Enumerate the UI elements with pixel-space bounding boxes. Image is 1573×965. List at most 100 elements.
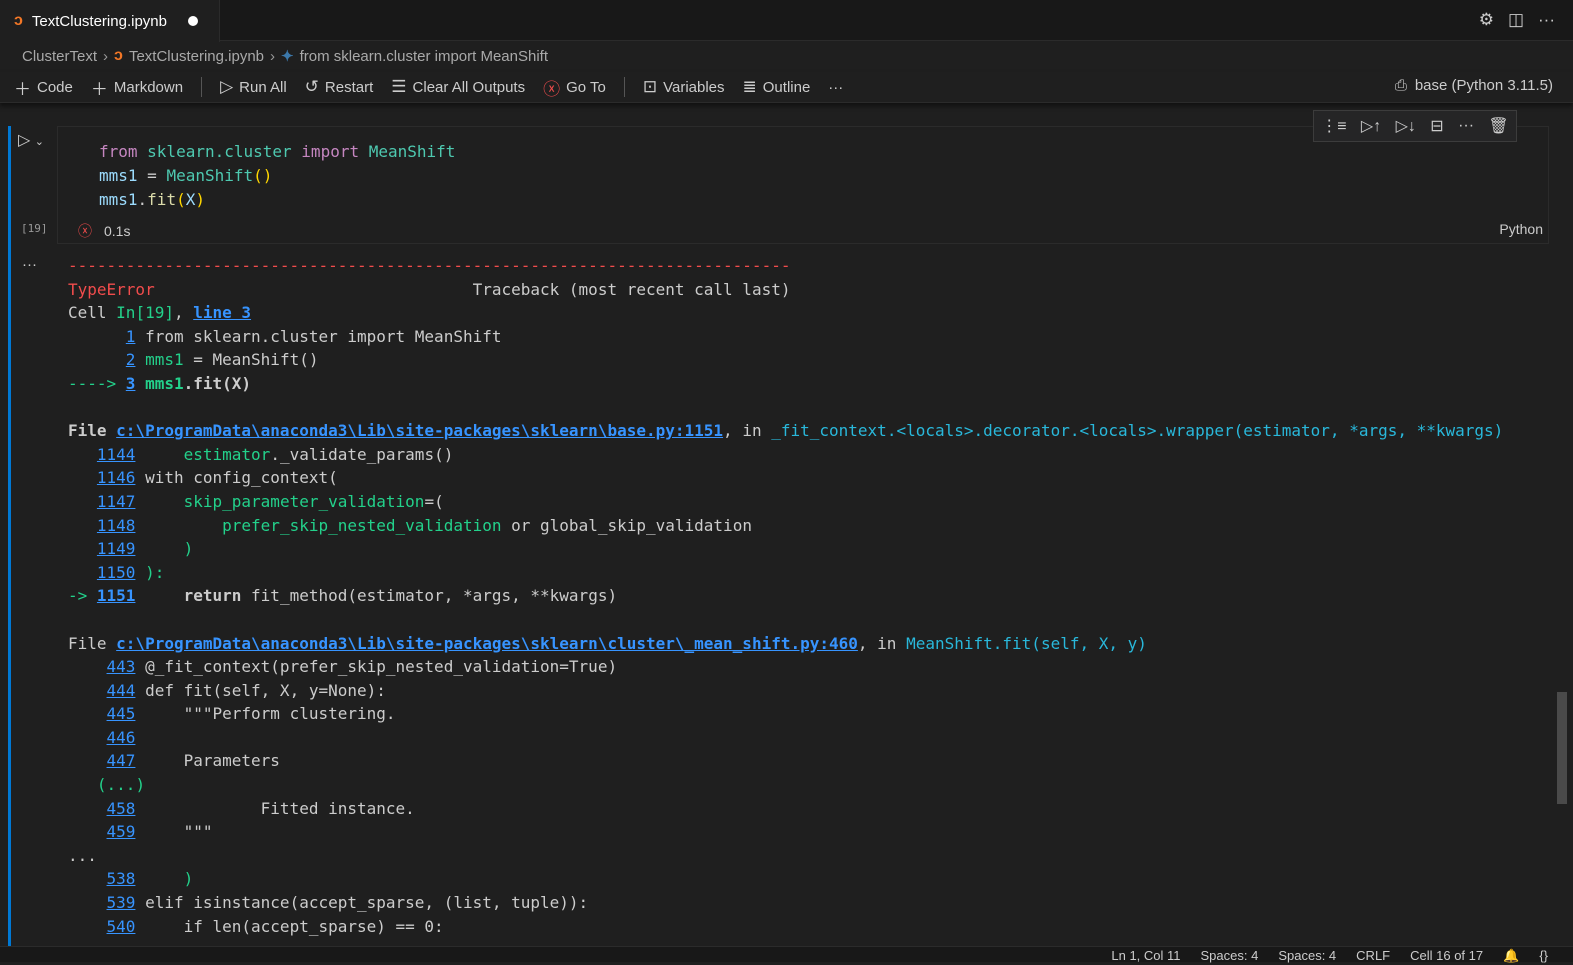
output-line: 458 Fitted instance. [68, 797, 1503, 821]
code-token: ----------------------------------------… [68, 256, 791, 275]
status-item[interactable]: Spaces: 4 [1278, 947, 1336, 963]
more-icon[interactable]: ··· [1458, 117, 1474, 135]
output-line: Cell In[19], line 3 [68, 301, 1503, 325]
traceback-link[interactable]: MeanShift [166, 166, 253, 185]
traceback-link[interactable]: 458 [107, 799, 136, 818]
split-editor-icon[interactable]: ◫ [1508, 10, 1524, 30]
run-by-line-icon[interactable]: ⋮≡ [1321, 116, 1346, 136]
code-token: elif isinstance(accept_sparse, (list, tu… [135, 893, 589, 913]
run-cell-button[interactable]: ▷ ⌄ [18, 130, 44, 150]
chevron-down-icon[interactable]: ⌄ [35, 136, 44, 148]
traceback-link[interactable]: 443 [107, 657, 136, 676]
braces-icon[interactable]: {} [1539, 947, 1548, 963]
add-code-button[interactable]: ＋ Code [14, 75, 73, 100]
traceback-link[interactable]: 540 [107, 917, 136, 936]
code-token: mms1 [99, 166, 138, 185]
breadcrumb-cell[interactable]: from sklearn.cluster import MeanShift [300, 48, 548, 65]
traceback-link[interactable]: c:\ProgramData\anaconda3\Lib\site-packag… [116, 634, 858, 653]
output-line: 538 ) [68, 867, 1503, 891]
code-token: = MeanShift() [183, 350, 319, 370]
restart-button[interactable]: ↺ Restart [305, 77, 374, 97]
status-item[interactable]: CRLF [1356, 947, 1390, 963]
traceback-link[interactable]: 1149 [97, 539, 136, 558]
traceback-link[interactable]: 459 [107, 822, 136, 841]
output-line: ----> 3 mms1.fit(X) [68, 372, 1503, 396]
output-more-icon[interactable]: ··· [22, 256, 37, 273]
code-token: _fit_context.<locals>.decorator.<locals>… [771, 421, 1504, 441]
unsaved-dot-icon[interactable] [187, 16, 198, 26]
scrollbar[interactable] [1557, 692, 1567, 804]
breadcrumb-file[interactable]: TextClustering.ipynb [129, 48, 264, 65]
tab-textclustering[interactable]: ↄ TextClustering.ipynb [0, 0, 220, 42]
variables-button[interactable]: ⊡ Variables [643, 77, 725, 97]
traceback-link[interactable]: 1150 [97, 563, 136, 582]
more-icon[interactable]: ··· [1538, 10, 1555, 30]
traceback-link[interactable]: MeanShift [359, 142, 456, 161]
code-token: () [253, 166, 273, 185]
traceback-link[interactable]: c:\ProgramData\anaconda3\Lib\site-packag… [116, 421, 723, 440]
run-all-button[interactable]: ▷ Run All [220, 77, 287, 97]
traceback-link[interactable]: 2 [126, 350, 136, 369]
split-cell-icon[interactable]: ⊟ [1430, 116, 1443, 136]
output-line: File c:\ProgramData\anaconda3\Lib\site-p… [68, 419, 1503, 443]
traceback-link[interactable]: 1146 [97, 468, 136, 487]
divider [201, 77, 203, 97]
traceback-link[interactable]: 445 [107, 704, 136, 723]
bell-icon[interactable]: 🔔 [1503, 947, 1519, 963]
code-token: ) [183, 869, 194, 889]
status-item[interactable]: Ln 1, Col 11 [1111, 947, 1180, 963]
code-editor-content[interactable]: from sklearn.cluster import MeanShift mms… [99, 140, 455, 212]
execute-below-icon[interactable]: ▷↓ [1396, 116, 1416, 136]
traceback-link[interactable]: 447 [107, 751, 136, 770]
output-line: 2 mms1 = MeanShift() [68, 348, 1503, 372]
traceback-link[interactable]: 446 [107, 728, 136, 747]
code-token: from [99, 142, 138, 161]
label: Go To [566, 78, 606, 96]
go-to-button[interactable]: ⓧ Go To [543, 75, 606, 100]
traceback-link[interactable]: 1 [126, 327, 136, 346]
kernel-picker[interactable]: ⎙ base (Python 3.11.5) [1395, 77, 1553, 94]
status-item[interactable]: Cell 16 of 17 [1410, 947, 1483, 963]
add-markdown-button[interactable]: ＋ Markdown [91, 75, 183, 100]
label: Restart [324, 78, 374, 96]
traceback-link[interactable]: 1151 [97, 586, 136, 605]
cell-language[interactable]: Python [1499, 221, 1543, 237]
traceback-link[interactable]: 1148 [97, 516, 136, 535]
traceback-link[interactable]: 1144 [97, 445, 136, 464]
output-line: 540 if len(accept_sparse) == 0: [68, 915, 1503, 939]
plus-icon: ＋ [14, 79, 31, 99]
gear-icon[interactable]: ⚙ [1479, 10, 1494, 30]
breadcrumb-folder[interactable]: ClusterText [22, 48, 97, 65]
outline-button[interactable]: ≣ Outline [743, 77, 811, 97]
traceback-link[interactable]: 539 [107, 893, 136, 912]
traceback-link[interactable]: 444 [107, 681, 136, 700]
clear-all-icon: ☰ [391, 77, 407, 96]
clear-all-outputs-button[interactable]: ☰ Clear All Outputs [391, 77, 525, 97]
code-token: Parameters [135, 751, 280, 771]
traceback-link[interactable]: 538 [107, 869, 136, 888]
execution-time: 0.1s [104, 223, 131, 239]
code-token: """Perform clustering. [135, 704, 396, 724]
traceback-link[interactable]: line 3 [193, 303, 251, 322]
cell-output-traceback: ----------------------------------------… [68, 254, 1503, 938]
output-line: 459 """ [68, 820, 1503, 844]
execute-above-icon[interactable]: ▷↑ [1361, 116, 1381, 136]
more-actions-button[interactable]: ··· [828, 79, 843, 96]
traceback-link[interactable]: 1147 [97, 492, 136, 511]
output-line: 539 elif isinstance(accept_sparse, (list… [68, 891, 1503, 915]
output-line: 1149 ) [68, 537, 1503, 561]
output-line: 1147 skip_parameter_validation=( [68, 490, 1503, 514]
trash-icon[interactable]: 🗑 [1488, 116, 1508, 136]
traceback-link[interactable]: 3 [126, 374, 136, 393]
status-item[interactable]: Spaces: 4 [1201, 947, 1259, 963]
traceback-link[interactable]: sklearn.cluster [138, 142, 302, 161]
